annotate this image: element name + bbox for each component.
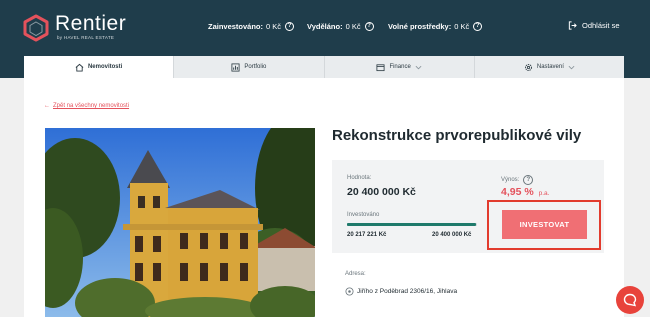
property-title: Rekonstrukce prvorepublikové vily — [332, 127, 582, 144]
target-amount: 20 400 000 Kč — [432, 232, 472, 238]
property-address: Jiřího z Poděbrad 2306/16, Jihlava — [357, 288, 458, 295]
value-label: Hodnota: — [347, 175, 372, 181]
stat-invested-value: 0 Kč — [266, 22, 282, 31]
question-icon[interactable]: ? — [523, 175, 534, 185]
stat-free-funds: Volné prostředky: 0 Kč ? — [388, 22, 483, 31]
tab-nemovitosti[interactable]: Nemovitosti — [24, 56, 175, 78]
investment-progress-bar — [347, 223, 477, 226]
yield-unit: p.a. — [538, 190, 550, 197]
rentier-logo-icon[interactable] — [22, 14, 50, 42]
chevron-down-icon — [568, 65, 575, 69]
back-link-label: Zpět na všechny nemovitosti — [53, 103, 130, 109]
property-photo — [45, 128, 315, 317]
stat-earned-label: Vyděláno: — [307, 22, 343, 31]
chevron-down-icon — [415, 65, 422, 69]
yield-label-row: Výnos: ? — [501, 175, 534, 185]
wallet-icon — [376, 63, 385, 71]
invested-label: Investováno — [347, 212, 380, 218]
invested-amount: 20 217 221 Kč — [347, 232, 387, 238]
stat-invested: Zainvestováno: 0 Kč ? — [208, 22, 295, 31]
chat-button[interactable] — [616, 286, 644, 314]
home-icon — [75, 63, 84, 72]
tab-portfolio[interactable]: Portfolio — [174, 56, 325, 78]
stat-free-funds-value: 0 Kč — [454, 22, 470, 31]
brand-tagline: by HAVEL REAL ESTATE — [57, 35, 115, 40]
yield-label: Výnos: — [501, 177, 520, 183]
stat-earned: Vyděláno: 0 Kč ? — [307, 22, 374, 31]
tab-portfolio-label: Portfolio — [244, 64, 267, 70]
yield-value: 4,95 % — [501, 186, 534, 198]
bar-chart-icon — [231, 62, 240, 72]
chat-icon — [623, 293, 637, 307]
back-arrow-icon: ← — [44, 103, 50, 109]
stat-earned-value: 0 Kč — [345, 22, 361, 31]
tab-finance[interactable]: Finance — [324, 56, 475, 78]
question-icon[interactable]: ? — [473, 22, 483, 31]
stat-invested-label: Zainvestováno: — [208, 22, 264, 31]
logout-icon — [568, 21, 577, 30]
tab-nemovitosti-label: Nemovitosti — [87, 64, 123, 70]
brand-name[interactable]: Rentier — [55, 12, 126, 36]
address-label: Adresa: — [345, 271, 366, 277]
tab-nastaveni-label: Nastavení — [536, 64, 564, 70]
invest-button[interactable]: INVESTOVAT — [502, 210, 587, 239]
tab-finance-label: Finance — [389, 64, 411, 70]
logout-button[interactable]: Odhlásit se — [568, 21, 620, 30]
property-value: 20 400 000 Kč — [347, 186, 416, 198]
investment-progress-fill — [347, 223, 476, 226]
stat-free-funds-label: Volné prostředky: — [388, 22, 452, 31]
location-pin-icon — [345, 287, 354, 296]
question-icon[interactable]: ? — [364, 22, 374, 31]
back-to-properties-link[interactable]: ← Zpět na všechny nemovitosti — [44, 103, 129, 109]
tab-nastaveni[interactable]: Nastavení — [474, 56, 624, 78]
main-nav-tabs: Nemovitosti Portfolio Finance Nastavení — [24, 56, 624, 78]
logout-label: Odhlásit se — [582, 21, 620, 30]
gear-icon — [524, 63, 532, 71]
yield-value-row: 4,95 % p.a. — [501, 186, 549, 198]
question-icon[interactable]: ? — [285, 22, 295, 31]
